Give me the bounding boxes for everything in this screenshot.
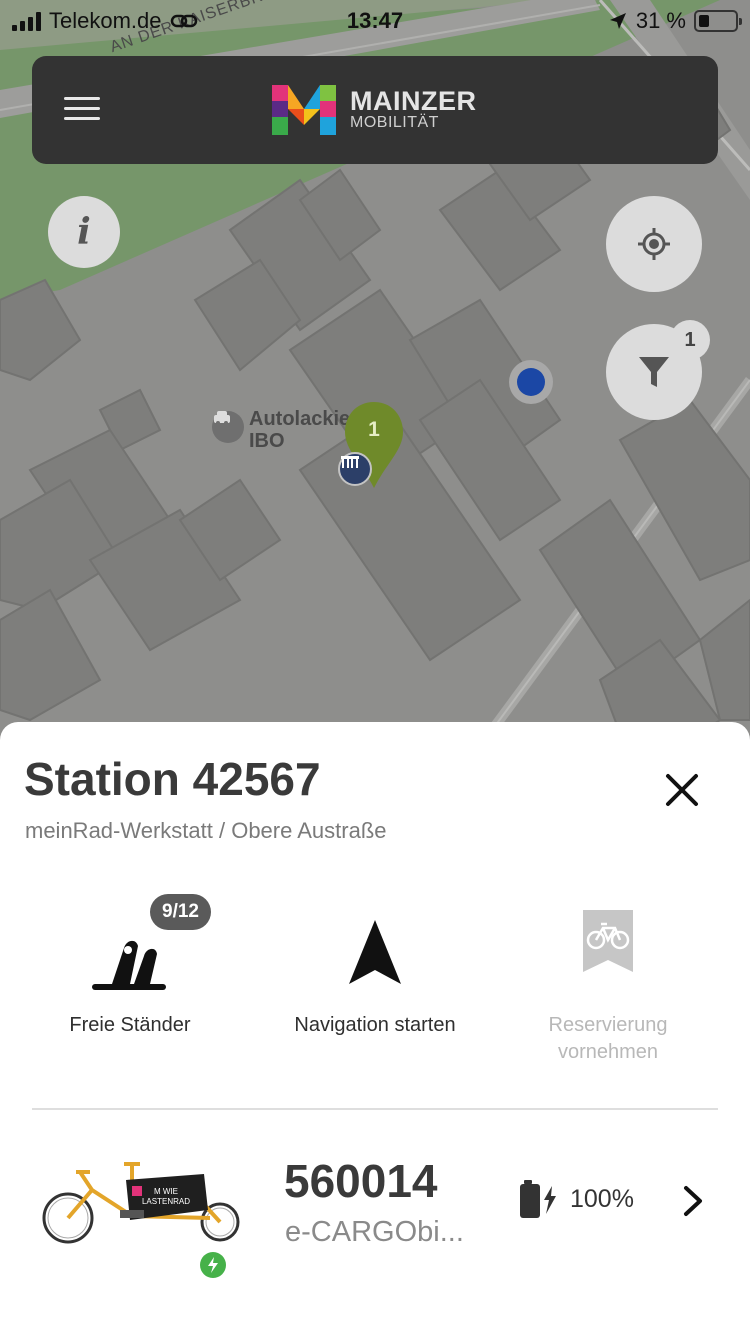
- cargo-bike-image: M WIE LASTENRAD: [42, 1162, 240, 1244]
- filter-count-badge: 1: [670, 320, 710, 360]
- reserve-bookmark-bike-icon: [583, 910, 633, 972]
- locate-me-button[interactable]: [606, 196, 702, 292]
- free-stands-count: 9/12: [150, 894, 211, 930]
- bike-stand-icon: [92, 940, 166, 990]
- filter-funnel-icon: [639, 357, 669, 387]
- vehicle-id: 560014: [284, 1155, 438, 1207]
- bike-station-marker[interactable]: [338, 452, 372, 486]
- mainz-m-logo-icon: [272, 85, 336, 135]
- cluster-count: 1: [368, 418, 380, 441]
- info-button[interactable]: i: [48, 196, 120, 268]
- reserve-label-line2: vornehmen: [557, 1041, 659, 1063]
- battery-icon: [694, 10, 742, 32]
- reserve-action[interactable]: Reservierung vornehmen: [528, 902, 688, 1066]
- bike-brand-text2: LASTENRAD: [142, 1197, 190, 1206]
- station-subtitle: meinRad-Werkstatt / Obere Austraße: [25, 818, 387, 843]
- divider: [32, 1108, 718, 1110]
- start-navigation-label: Navigation starten: [294, 1014, 456, 1036]
- vehicle-battery: 100%: [518, 1180, 634, 1218]
- battery-percent: 31 %: [635, 8, 686, 33]
- start-navigation-action[interactable]: Navigation starten: [270, 902, 480, 1039]
- vehicle-list-item[interactable]: M WIE LASTENRAD 560014 e-CARGObi... 100%: [0, 1142, 750, 1282]
- charging-bolt-icon: [200, 1252, 226, 1278]
- app-header: MAINZER MOBILITÄT: [32, 56, 718, 164]
- station-detail-sheet: Station 42567 meinRad-Werkstatt / Obere …: [0, 722, 750, 1334]
- hamburger-menu-icon[interactable]: [64, 97, 100, 123]
- vehicle-battery-percent: 100%: [570, 1184, 634, 1213]
- bike-rack-icon: [341, 456, 359, 468]
- battery-charging-icon: [520, 1180, 556, 1218]
- station-title: Station 42567: [24, 753, 321, 805]
- user-location-dot: [509, 360, 553, 404]
- reserve-label-line1: Reservierung: [548, 1014, 668, 1036]
- car-repair-icon: [212, 411, 244, 443]
- info-icon: i: [77, 211, 91, 253]
- bike-brand-text1: M WIE: [154, 1187, 178, 1196]
- close-button[interactable]: [660, 768, 704, 812]
- app-logo: MAINZER MOBILITÄT: [272, 85, 477, 135]
- free-stands-action[interactable]: 9/12 Freie Ständer: [40, 894, 220, 1039]
- vehicle-type: e-CARGObi...: [285, 1216, 464, 1248]
- chevron-right-icon: [684, 1186, 702, 1216]
- status-bar: Telekom.de 13:47 31 %: [0, 0, 750, 42]
- location-arrow-icon: [609, 13, 626, 29]
- logo-line1: MAINZER: [350, 86, 477, 116]
- crosshair-icon: [638, 228, 670, 260]
- close-icon: [666, 774, 698, 806]
- navigation-arrow-icon: [349, 920, 401, 984]
- free-stands-label: Freie Ständer: [69, 1014, 191, 1036]
- logo-line2: MOBILITÄT: [350, 114, 439, 131]
